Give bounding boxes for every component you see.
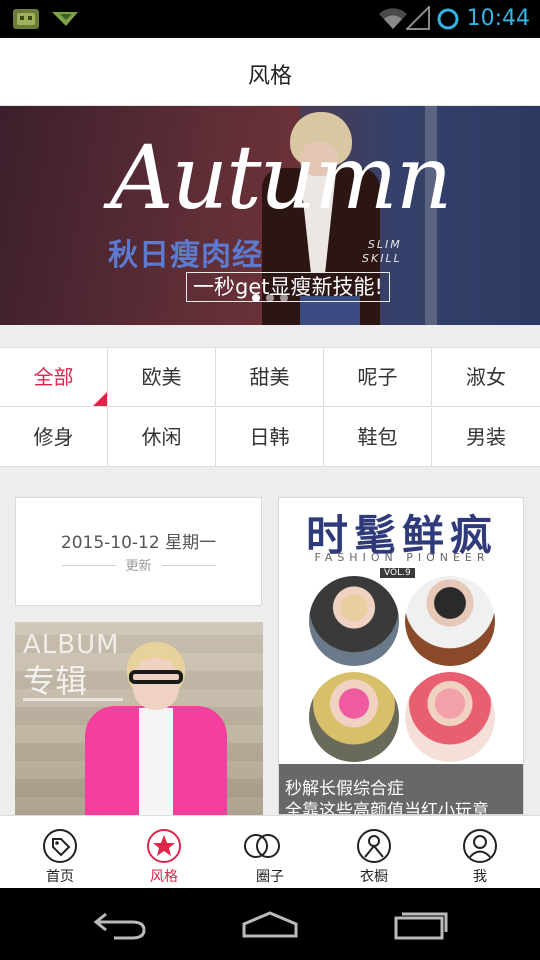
category-grid: 全部 欧美 甜美 呢子 淑女 修身 休闲 日韩 鞋包 男装 (0, 347, 540, 467)
recents-icon[interactable] (392, 910, 450, 940)
album-model-shirt (139, 708, 173, 815)
wifi-icon (379, 8, 407, 29)
album-model-face (133, 658, 179, 710)
category-casual[interactable]: 休闲 (108, 408, 216, 467)
page-title: 风格 (247, 64, 292, 89)
banner-headline: 秋日瘦肉经 (108, 238, 263, 273)
album-card[interactable]: ALBUM 专辑 (15, 622, 263, 815)
fashion-volume: VOL.9 (380, 568, 415, 578)
banner-script-title: Autumn (110, 126, 452, 229)
fashion-article-card[interactable]: 时髦鲜疯 FASHION PIONEER VOL.9 秒解长假综合症 全靠这些高… (278, 497, 524, 815)
bottom-tab-bar: 首页 风格 圈子 衣橱 我 (0, 815, 540, 888)
tab-label: 衣橱 (360, 869, 388, 885)
wardrobe-icon (357, 829, 391, 863)
banner-tag-line2: SKILL (362, 252, 402, 265)
caption-line-2: 全靠这些高颜值当红小玩意 (285, 801, 489, 815)
category-menswear[interactable]: 男装 (432, 408, 540, 467)
fashion-subtitle: FASHION PIONEER (314, 551, 490, 564)
back-icon[interactable] (92, 910, 148, 940)
tab-style[interactable]: 风格 (110, 816, 218, 889)
title-bar: 风格 (0, 38, 540, 106)
category-japan-korea[interactable]: 日韩 (216, 408, 324, 467)
airplane-notification-icon (52, 12, 78, 26)
banner-carousel[interactable]: Autumn 秋日瘦肉经 SLIM SKILL 一秒get显瘦新技能! (0, 106, 540, 325)
banner-tag-line1: SLIM (367, 238, 402, 251)
android-notification-icon (13, 9, 39, 29)
category-label: 全部 (33, 365, 74, 389)
carousel-dot[interactable] (266, 294, 274, 302)
section-divider (0, 325, 540, 347)
home-icon[interactable] (240, 910, 300, 940)
tab-label: 首页 (46, 869, 74, 885)
category-western[interactable]: 欧美 (108, 348, 216, 407)
category-ladylike[interactable]: 淑女 (432, 348, 540, 407)
signal-icon (406, 6, 430, 30)
status-time: 10:44 (466, 6, 530, 31)
date-label: 2015-10-12 星期一 (60, 533, 217, 553)
category-sweet[interactable]: 甜美 (216, 348, 324, 407)
fashion-photo-4 (405, 672, 495, 762)
update-label: 更新 (125, 559, 152, 574)
date-card: 2015-10-12 星期一 更新 (15, 497, 262, 606)
tab-circles[interactable]: 圈子 (216, 816, 324, 889)
tab-home[interactable]: 首页 (6, 816, 114, 889)
star-icon (147, 829, 181, 863)
category-woolen[interactable]: 呢子 (324, 348, 432, 407)
sync-icon (437, 8, 459, 30)
category-slim-fit[interactable]: 修身 (0, 408, 108, 467)
album-title-underline (23, 698, 123, 701)
profile-icon (463, 829, 497, 863)
system-nav-bar (0, 888, 540, 960)
tab-wardrobe[interactable]: 衣橱 (320, 816, 428, 889)
active-corner-indicator (93, 392, 107, 406)
fashion-photo-1 (309, 576, 399, 666)
tab-label: 我 (473, 869, 487, 885)
home-tag-icon (43, 829, 77, 863)
tab-me[interactable]: 我 (426, 816, 534, 889)
album-model-glasses (129, 670, 183, 684)
tab-label: 圈子 (256, 869, 284, 885)
carousel-dot-active[interactable] (252, 294, 260, 302)
carousel-dot[interactable] (280, 294, 288, 302)
category-shoes-bags[interactable]: 鞋包 (324, 408, 432, 467)
status-bar: 10:44 (0, 0, 540, 38)
fashion-photo-3 (309, 672, 399, 762)
tab-label: 风格 (150, 869, 178, 885)
banner-tag: SLIM SKILL (362, 238, 402, 266)
circles-icon (244, 834, 280, 858)
fashion-photo-2 (405, 576, 495, 666)
album-title-cn: 专辑 (23, 662, 88, 700)
category-all[interactable]: 全部 (0, 348, 108, 407)
